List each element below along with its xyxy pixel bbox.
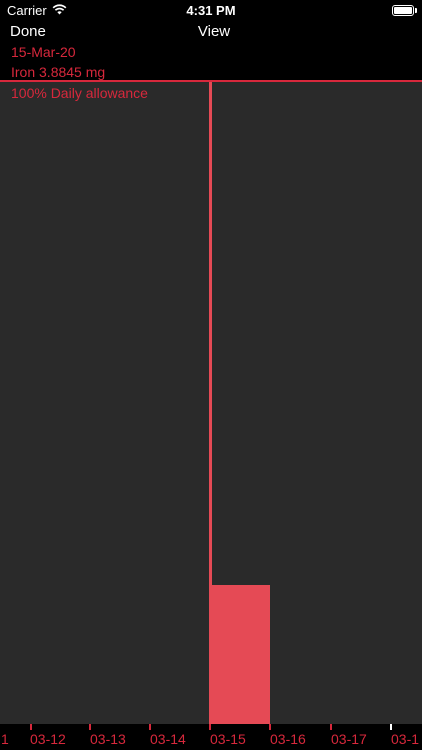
x-tick [269, 724, 271, 730]
x-axis: 1 03-12 03-13 03-14 03-15 03-16 03-17 03… [0, 724, 422, 750]
x-tick [89, 724, 91, 730]
nutrient-value: Iron 3.8845 mg [11, 64, 106, 80]
x-tick [209, 724, 211, 730]
battery-tip [415, 8, 417, 13]
x-tick-label: 03-15 [210, 731, 246, 747]
selected-date: 15-Mar-20 [11, 44, 76, 60]
x-tick [30, 724, 32, 730]
status-time: 4:31 PM [186, 3, 236, 18]
battery-icon [392, 5, 414, 16]
x-tick-label: 03-13 [90, 731, 126, 747]
x-tick-label: 03-14 [150, 731, 186, 747]
nav-title: View [197, 23, 231, 40]
bar-03-15[interactable] [209, 585, 270, 724]
x-tick [390, 724, 392, 730]
x-tick-label: 03-16 [270, 731, 306, 747]
selection-cursor-line [209, 82, 212, 724]
x-tick-label: 03-1 [391, 731, 420, 747]
x-tick [149, 724, 151, 730]
status-bar: Carrier 4:31 PM [0, 0, 422, 22]
x-tick [330, 724, 332, 730]
x-tick-label: 03-12 [30, 731, 66, 747]
x-tick-label: 03-17 [331, 731, 367, 747]
daily-allowance-label: 100% Daily allowance [11, 85, 148, 101]
x-tick-label: 1 [1, 731, 9, 747]
